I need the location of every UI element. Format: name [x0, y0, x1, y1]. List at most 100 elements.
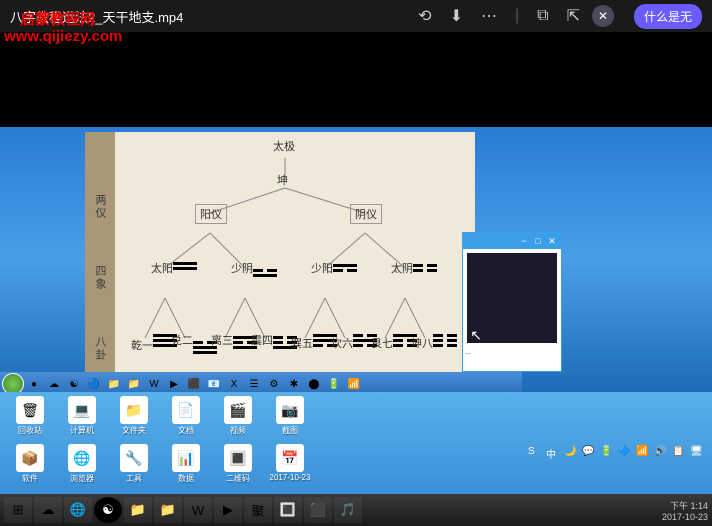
icon-label: 二维码 [226, 473, 250, 484]
node-shaoyang: 少阳 [311, 260, 357, 276]
taskbar-app[interactable]: 🌐 [64, 497, 92, 523]
taskbar-app[interactable]: 聚 [244, 497, 272, 523]
taskbar-item[interactable]: ⬛ [185, 375, 203, 393]
more-icon[interactable]: ⋯ [481, 6, 497, 26]
tray-icon[interactable]: 🌙 [564, 446, 578, 460]
taskbar-app[interactable]: ⬛ [304, 497, 332, 523]
icon-label: 浏览器 [70, 473, 94, 484]
desktop-icon[interactable]: 📁文件夹 [112, 396, 156, 436]
close-button[interactable]: ✕ [592, 5, 614, 27]
taskbar-app[interactable]: W [184, 497, 212, 523]
taskbar-clock[interactable]: 下午 1:14 2017-10-23 [662, 499, 708, 522]
taskbar-item[interactable]: 📁 [125, 375, 143, 393]
icon-label: 视频 [230, 425, 246, 436]
tray-icon[interactable]: 📶 [636, 446, 650, 460]
tray-icon[interactable]: 🔊 [654, 446, 668, 460]
taskbar-item[interactable]: ▶ [165, 375, 183, 393]
minimize-icon[interactable]: − [519, 236, 529, 246]
share-icon[interactable]: ⟲ [418, 6, 431, 26]
tray-icon[interactable]: 🔷 [618, 446, 632, 460]
taskbar-item[interactable]: W [145, 375, 163, 393]
taskbar-app[interactable]: ☯ [94, 497, 122, 523]
taskbar-item[interactable]: 📧 [205, 375, 223, 393]
taskbar-item[interactable]: ☁ [45, 375, 63, 393]
player-actions: ⟲ ⬇ ⋯ | ⧉ ⇱ [418, 6, 580, 26]
outer-taskbar[interactable]: ⊞☁🌐☯📁📁W▶聚🔳⬛🎵 下午 1:14 2017-10-23 [0, 494, 712, 526]
gua-8: 坤八 [411, 332, 457, 351]
desktop-icon[interactable]: 💻计算机 [60, 396, 104, 436]
taskbar-app[interactable]: 📁 [154, 497, 182, 523]
icon-label: 数据 [178, 473, 194, 484]
maximize-icon[interactable]: □ [533, 236, 543, 246]
tray-icon[interactable]: 🖥 [690, 446, 704, 460]
taskbar-item[interactable]: 🔋 [325, 375, 343, 393]
taskbar-item[interactable]: ⬤ [305, 375, 323, 393]
fit-icon[interactable]: ⇱ [567, 6, 580, 26]
taskbar-item[interactable]: ⚙ [265, 375, 283, 393]
icon-label: 回收站 [18, 425, 42, 436]
taskbar-item[interactable]: ✱ [285, 375, 303, 393]
desktop-icon[interactable]: 📦软件 [8, 444, 52, 484]
desktop-icon[interactable]: 🎬视频 [216, 396, 260, 436]
desktop-icon[interactable]: 🗑回收站 [8, 396, 52, 436]
outer-desktop[interactable]: 🗑回收站💻计算机📁文件夹📄文档🎬视频📷截图 📦软件🌐浏览器🔧工具📊数据🔳二维码📅… [0, 392, 712, 494]
taskbar-item[interactable]: 🔵 [85, 375, 103, 393]
node-yinyi: 阴仪 [350, 204, 382, 224]
desktop-icon[interactable]: 🔳二维码 [216, 444, 260, 484]
taskbar-item[interactable]: 📁 [105, 375, 123, 393]
help-button[interactable]: 什么是无 [634, 4, 702, 29]
taskbar-app[interactable]: 📁 [124, 497, 152, 523]
icon-label: 计算机 [70, 425, 94, 436]
app-icon: 📷 [276, 396, 304, 424]
desktop-icon[interactable]: 📷截图 [268, 396, 312, 436]
icon-label: 截图 [282, 425, 298, 436]
side-panel[interactable]: − □ ✕ ... [462, 232, 562, 372]
taskbar-app[interactable]: ☁ [34, 497, 62, 523]
document-window[interactable]: — □ ✕ 两仪 四象 八卦 太极 [85, 132, 475, 394]
icon-label: 工具 [126, 473, 142, 484]
sidebar-label-liangyi: 两仪 [92, 194, 108, 220]
desktop-icon[interactable]: 🌐浏览器 [60, 444, 104, 484]
icon-label: 文件夹 [122, 425, 146, 436]
system-tray[interactable]: S中 🌙 💬 🔋 🔷 📶 🔊 📋 🖥 [528, 446, 704, 460]
taskbar-app[interactable]: 🔳 [274, 497, 302, 523]
tray-icon[interactable]: 📋 [672, 446, 686, 460]
side-panel-caption: ... [463, 347, 561, 358]
tray-icon[interactable]: 🔋 [600, 446, 614, 460]
sidebar-label-sixiang: 四象 [92, 265, 108, 291]
app-icon: 📅 [276, 444, 304, 472]
taskbar-item[interactable]: X [225, 375, 243, 393]
doc-content: 太极 坤 阳仪 阴仪 太阳 少阴 少阳 太阴 乾一 兑二 离三 震四 巽五 坎六… [115, 132, 475, 394]
taskbar-app[interactable]: 🎵 [334, 497, 362, 523]
desktop-icon[interactable]: 📊数据 [164, 444, 208, 484]
taskbar-item[interactable]: ☯ [65, 375, 83, 393]
app-icon: 🌐 [68, 444, 96, 472]
download-icon[interactable]: ⬇ [450, 6, 463, 26]
app-icon: 💻 [68, 396, 96, 424]
node-shaoyin: 少阴 [231, 260, 277, 279]
node-yangyi: 阳仪 [195, 204, 227, 224]
app-icon: 🗑 [16, 396, 44, 424]
taskbar-app[interactable]: ▶ [214, 497, 242, 523]
desktop-icon[interactable]: 🔧工具 [112, 444, 156, 484]
tray-icon[interactable]: S [528, 446, 542, 460]
tray-icon[interactable]: 💬 [582, 446, 596, 460]
desktop-icon[interactable]: 📅2017-10-23 [268, 444, 312, 484]
node-taiyin: 太阴 [391, 260, 437, 276]
icon-label: 文档 [178, 425, 194, 436]
taskbar-item[interactable]: ☰ [245, 375, 263, 393]
side-panel-titlebar: − □ ✕ [463, 233, 561, 249]
taskbar-app[interactable]: ⊞ [4, 497, 32, 523]
doc-sidebar: 两仪 四象 八卦 [85, 132, 115, 394]
taskbar-item[interactable]: ● [25, 375, 43, 393]
pip-icon[interactable]: ⧉ [537, 7, 548, 25]
taskbar-item[interactable]: 📶 [345, 375, 363, 393]
close-icon[interactable]: ✕ [547, 236, 557, 246]
app-icon: 📄 [172, 396, 200, 424]
icon-label: 2017-10-23 [270, 473, 311, 482]
desktop-icon[interactable]: 📄文档 [164, 396, 208, 436]
node-kun: 坤 [277, 172, 288, 188]
icon-label: 软件 [22, 473, 38, 484]
watermark-url: www.qijiezy.com [4, 28, 122, 45]
tray-icon[interactable]: 中 [546, 446, 560, 460]
